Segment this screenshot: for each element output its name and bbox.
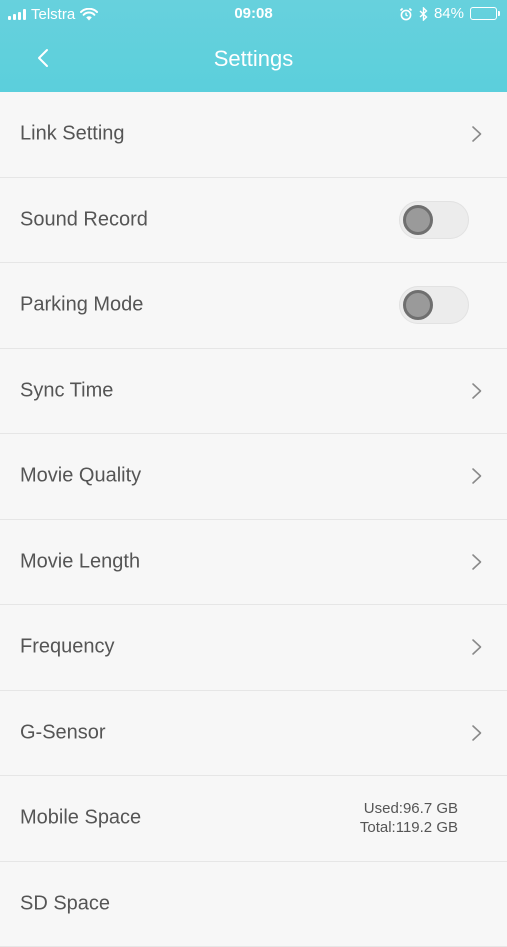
- mobile-space-used: Used:96.7 GB: [360, 799, 458, 818]
- toggle-knob: [403, 290, 433, 320]
- setting-label: Sync Time: [20, 379, 113, 402]
- battery-percent: 84%: [434, 5, 464, 22]
- setting-sound-record: Sound Record: [0, 178, 507, 264]
- setting-mobile-space: Mobile Space Used:96.7 GB Total:119.2 GB: [0, 776, 507, 862]
- page-title: Settings: [0, 46, 507, 72]
- mobile-space-total: Total:119.2 GB: [360, 818, 458, 837]
- setting-label: Frequency: [20, 636, 115, 659]
- chevron-right-icon: [471, 638, 483, 656]
- battery-icon: [470, 7, 497, 20]
- setting-label: Mobile Space: [20, 807, 141, 830]
- setting-sd-space: SD Space: [0, 862, 507, 947]
- chevron-right-icon: [471, 125, 483, 143]
- setting-label: SD Space: [20, 892, 110, 915]
- setting-frequency[interactable]: Frequency: [0, 605, 507, 691]
- setting-movie-length[interactable]: Movie Length: [0, 520, 507, 606]
- setting-label: G-Sensor: [20, 721, 106, 744]
- alarm-icon: [399, 7, 413, 21]
- bluetooth-icon: [419, 7, 428, 21]
- setting-g-sensor[interactable]: G-Sensor: [0, 691, 507, 777]
- setting-sync-time[interactable]: Sync Time: [0, 349, 507, 435]
- parking-mode-toggle[interactable]: [399, 286, 469, 324]
- mobile-space-info: Used:96.7 GB Total:119.2 GB: [360, 799, 458, 837]
- header: Telstra 09:08 84% Se: [0, 0, 507, 92]
- chevron-right-icon: [471, 467, 483, 485]
- status-right: 84%: [399, 5, 497, 22]
- status-bar: Telstra 09:08 84%: [0, 0, 507, 28]
- setting-label: Movie Length: [20, 550, 140, 573]
- setting-label: Link Setting: [20, 123, 125, 146]
- chevron-right-icon: [471, 724, 483, 742]
- setting-movie-quality[interactable]: Movie Quality: [0, 434, 507, 520]
- setting-label: Sound Record: [20, 208, 148, 231]
- sound-record-toggle[interactable]: [399, 201, 469, 239]
- chevron-right-icon: [471, 553, 483, 571]
- setting-link-setting[interactable]: Link Setting: [0, 92, 507, 178]
- setting-label: Movie Quality: [20, 465, 141, 488]
- setting-parking-mode: Parking Mode: [0, 263, 507, 349]
- toggle-knob: [403, 205, 433, 235]
- navigation-bar: Settings: [0, 28, 507, 92]
- chevron-right-icon: [471, 382, 483, 400]
- settings-list: Link Setting Sound Record Parking Mode S…: [0, 92, 507, 947]
- setting-label: Parking Mode: [20, 294, 143, 317]
